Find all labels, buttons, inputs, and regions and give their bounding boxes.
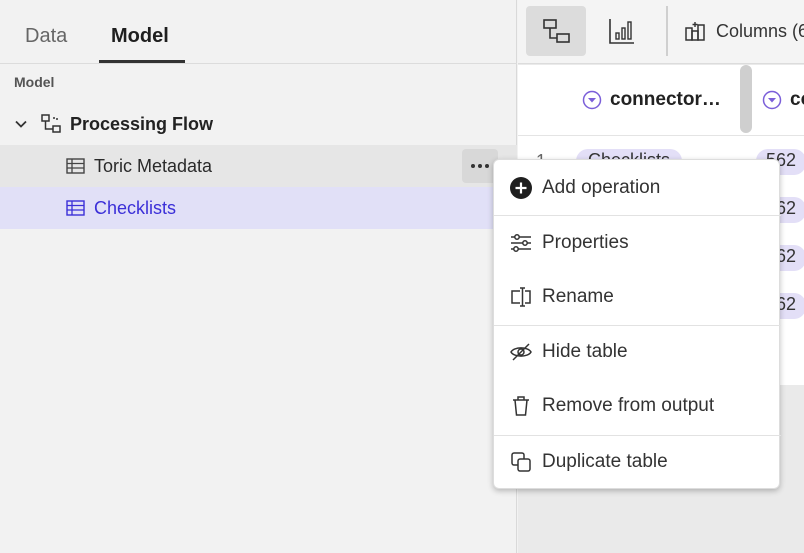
tab-bar: Data Model <box>0 0 517 64</box>
chevron-down-icon[interactable] <box>13 116 29 132</box>
dot <box>471 164 475 168</box>
dot <box>485 164 489 168</box>
sliders-icon <box>509 231 533 255</box>
eye-off-icon <box>509 340 533 364</box>
duplicate-icon <box>509 450 533 474</box>
column-header[interactable]: connector… <box>582 65 721 135</box>
menu-divider <box>494 215 781 216</box>
dot <box>478 164 482 168</box>
flow-label: Processing Flow <box>70 113 214 134</box>
columns-label: Columns (6 <box>716 20 804 41</box>
chart-icon <box>609 19 634 44</box>
flow-icon <box>41 114 61 133</box>
menu-item-label: Hide table <box>542 341 628 362</box>
menu-item-label: Rename <box>542 286 614 307</box>
menu-item-remove-from-output[interactable]: Remove from output <box>494 380 781 432</box>
menu-item-label: Duplicate table <box>542 451 668 472</box>
column-header-label: co <box>790 89 804 110</box>
menu-item-label: Add operation <box>542 177 661 198</box>
toolbar-divider <box>666 6 668 56</box>
columns-button[interactable]: Columns (6 <box>684 20 804 42</box>
menu-item-rename[interactable]: Rename <box>494 271 781 323</box>
left-panel: Data Model Model Processing Flow Toric M… <box>0 0 517 553</box>
context-menu: Add operation Properties Rename Hide tab… <box>493 159 781 489</box>
columns-icon <box>685 22 705 41</box>
tab-data[interactable]: Data <box>25 25 67 48</box>
tree-item-checklists[interactable]: Checklists <box>0 187 517 229</box>
tab-model[interactable]: Model <box>111 25 169 48</box>
table-label: Toric Metadata <box>94 155 213 176</box>
rename-icon <box>509 285 533 309</box>
menu-item-label: Properties <box>542 232 629 253</box>
table-icon <box>66 158 85 174</box>
menu-item-hide-table[interactable]: Hide table <box>494 326 781 378</box>
active-tab-indicator <box>99 60 185 63</box>
menu-item-properties[interactable]: Properties <box>494 217 781 269</box>
plus-circle-icon <box>509 176 533 200</box>
trash-icon <box>509 394 533 418</box>
column-header-label: connector… <box>610 89 721 110</box>
table-label: Checklists <box>94 197 177 218</box>
flow-view-icon <box>543 19 570 43</box>
tree-item-processing-flow[interactable]: Processing Flow <box>0 103 517 145</box>
column-menu-icon[interactable] <box>762 90 782 110</box>
tree-item-toric-metadata[interactable]: Toric Metadata <box>0 145 517 187</box>
menu-item-duplicate-table[interactable]: Duplicate table <box>494 436 781 488</box>
column-header[interactable]: co <box>762 65 804 135</box>
chart-view-button[interactable] <box>592 6 652 56</box>
toolbar: Columns (6 <box>518 0 804 64</box>
menu-item-add-operation[interactable]: Add operation <box>494 162 781 214</box>
menu-item-label: Remove from output <box>542 395 715 416</box>
column-menu-icon[interactable] <box>582 90 602 110</box>
grid-line <box>518 135 804 136</box>
table-icon <box>66 200 85 216</box>
flow-view-button[interactable] <box>526 6 586 56</box>
section-label: Model <box>14 74 55 90</box>
scrollbar[interactable] <box>740 65 752 133</box>
